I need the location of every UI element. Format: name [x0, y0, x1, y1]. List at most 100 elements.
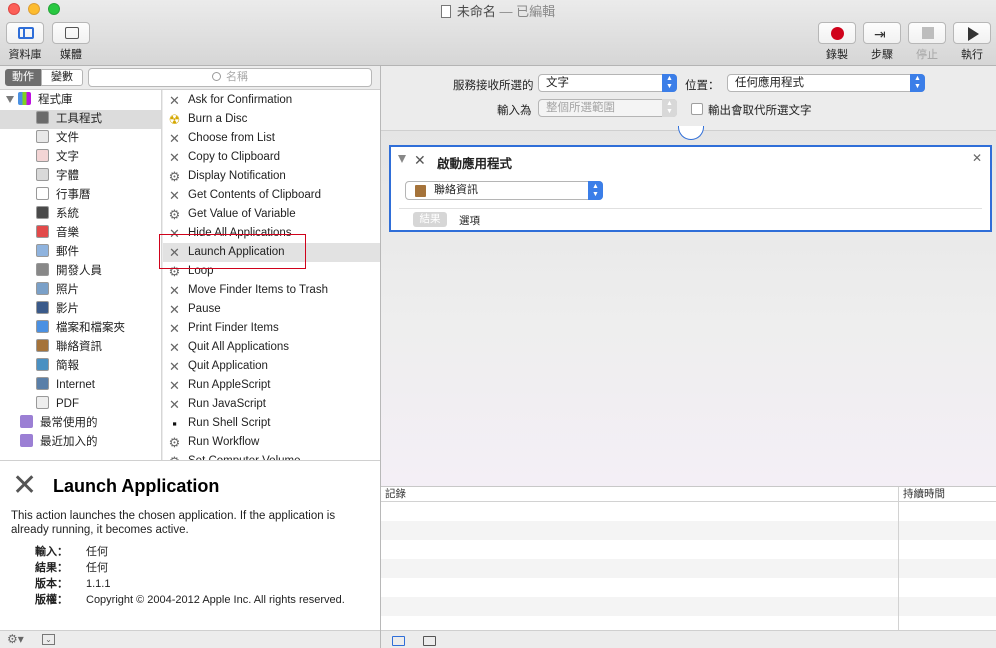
- media-button[interactable]: 媒體: [52, 22, 90, 62]
- stop-button[interactable]: 停止: [908, 22, 946, 62]
- category-item[interactable]: 系統: [36, 205, 79, 224]
- description-toggle-icon[interactable]: ⌄: [42, 634, 55, 645]
- action-item[interactable]: ⚙ Run Workflow: [163, 433, 380, 452]
- options-button[interactable]: 選項: [459, 213, 480, 228]
- action-card-title: 啟動應用程式: [437, 157, 513, 171]
- action-label: Get Contents of Clipboard: [188, 189, 321, 201]
- photos-icon: [36, 282, 49, 295]
- action-item[interactable]: ✕ Ask for Confirmation: [163, 91, 380, 110]
- smart-folder-icon: [20, 415, 33, 428]
- action-item[interactable]: ✕ Quit Application: [163, 357, 380, 376]
- category-label: 系統: [56, 208, 79, 220]
- tools-icon: ✕: [169, 397, 180, 412]
- meta-version: 版本： 1.1.1: [35, 578, 111, 590]
- disclosure-triangle-icon: [6, 96, 14, 103]
- action-item[interactable]: ✕ Launch Application: [163, 243, 380, 262]
- play-icon: [968, 27, 979, 41]
- step-icon: ⇥: [874, 26, 886, 42]
- action-label: Ask for Confirmation: [188, 94, 293, 106]
- action-item[interactable]: ⚙Set Computer Volume: [163, 452, 380, 460]
- category-item[interactable]: 郵件: [36, 243, 79, 262]
- action-item[interactable]: ✕ Pause: [163, 300, 380, 319]
- category-item[interactable]: 字體: [36, 167, 79, 186]
- category-item[interactable]: 開發人員: [36, 262, 102, 281]
- category-item[interactable]: 工具程式: [0, 110, 161, 129]
- application-select[interactable]: 任何應用程式 ▲ ▼: [727, 74, 925, 92]
- action-item[interactable]: ✕ Run AppleScript: [163, 376, 380, 395]
- category-item[interactable]: 檔案和檔案夾: [36, 319, 125, 338]
- category-label: 工具程式: [56, 113, 102, 125]
- action-label: Run Workflow: [188, 436, 260, 448]
- receives-type-select[interactable]: 文字 ▲ ▼: [538, 74, 677, 92]
- log-table: 記錄 持續時間: [381, 486, 996, 631]
- in-label: 位置：: [685, 80, 720, 92]
- tools-icon: ✕: [169, 340, 180, 355]
- application-picker[interactable]: 聯絡資訊 ▲ ▼: [405, 181, 603, 200]
- search-icon: [212, 72, 221, 81]
- text-icon: [36, 149, 49, 162]
- category-item[interactable]: PDF: [36, 395, 79, 414]
- action-item[interactable]: ✕ Move Finder Items to Trash: [163, 281, 380, 300]
- search-input[interactable]: 名稱: [88, 68, 372, 87]
- category-item[interactable]: 音樂: [36, 224, 79, 243]
- action-item[interactable]: ✕ Print Finder Items: [163, 319, 380, 338]
- category-item[interactable]: 照片: [36, 281, 79, 300]
- action-label: Get Value of Variable: [188, 208, 296, 220]
- action-label: Run JavaScript: [188, 398, 266, 410]
- input-is-select[interactable]: 整個所選範圍 ▲ ▼: [538, 99, 677, 117]
- action-item[interactable]: ⚙ Display Notification: [163, 167, 380, 186]
- presentations-icon: [36, 358, 49, 371]
- log-column-header[interactable]: 記錄: [385, 487, 406, 501]
- category-label: 文件: [56, 132, 79, 144]
- system-icon: [36, 206, 49, 219]
- tools-icon: ✕: [169, 93, 180, 108]
- category-most-used[interactable]: 最常使用的: [20, 414, 98, 433]
- collapse-triangle-icon[interactable]: [398, 155, 406, 163]
- action-item[interactable]: ⚙ Loop: [163, 262, 380, 281]
- tab-actions[interactable]: 動作: [5, 69, 41, 86]
- chevron-updown-icon: ▲ ▼: [662, 74, 677, 92]
- category-item[interactable]: 簡報: [36, 357, 79, 376]
- duration-column-header[interactable]: 持續時間: [903, 487, 945, 501]
- workflow-canvas[interactable]: ✕ 啟動應用程式 ✕ 聯絡資訊 ▲ ▼ 結果 選項: [381, 126, 996, 486]
- category-item[interactable]: 行事曆: [36, 186, 91, 205]
- action-item[interactable]: ✕ Quit All Applications: [163, 338, 380, 357]
- variables-view-icon[interactable]: [423, 636, 436, 646]
- action-item[interactable]: ✕ Choose from List: [163, 129, 380, 148]
- description-text: This action launches the chosen applicat…: [11, 510, 336, 536]
- tab-variables[interactable]: 變數: [41, 69, 83, 86]
- action-item[interactable]: ✕ Run JavaScript: [163, 395, 380, 414]
- smart-folder-icon: [20, 434, 33, 447]
- step-button[interactable]: ⇥ 步驟: [863, 22, 901, 62]
- close-icon[interactable]: ✕: [972, 151, 982, 165]
- category-recently-added[interactable]: 最近加入的: [20, 433, 98, 452]
- category-item[interactable]: Internet: [36, 376, 95, 395]
- terminal-icon: ▪: [172, 416, 177, 431]
- action-item[interactable]: ⚙ Get Value of Variable: [163, 205, 380, 224]
- results-button[interactable]: 結果: [413, 212, 447, 227]
- action-item[interactable]: ✕ Get Contents of Clipboard: [163, 186, 380, 205]
- category-library-root[interactable]: 程式庫: [6, 91, 73, 110]
- category-item[interactable]: 影片: [36, 300, 79, 319]
- action-label: Quit Application: [188, 360, 268, 372]
- run-button[interactable]: 執行: [953, 22, 991, 62]
- action-item[interactable]: ✕ Copy to Clipboard: [163, 148, 380, 167]
- action-item[interactable]: ☢ Burn a Disc: [163, 110, 380, 129]
- action-item[interactable]: ✕ Hide All Applications: [163, 224, 380, 243]
- log-header: 記錄 持續時間: [381, 487, 996, 502]
- receives-label: 服務接收所選的: [453, 80, 534, 92]
- fonts-icon: [36, 168, 49, 181]
- table-row: [381, 521, 996, 540]
- category-item[interactable]: 文件: [36, 129, 79, 148]
- record-button[interactable]: 錄製: [818, 22, 856, 62]
- pdf-icon: [36, 396, 49, 409]
- log-view-icon[interactable]: [392, 636, 405, 646]
- action-item[interactable]: ▪ Run Shell Script: [163, 414, 380, 433]
- action-card[interactable]: ✕ 啟動應用程式 ✕ 聯絡資訊 ▲ ▼ 結果 選項: [389, 145, 992, 232]
- gear-icon[interactable]: ⚙▾: [7, 632, 24, 646]
- category-item[interactable]: 聯絡資訊: [36, 338, 102, 357]
- action-label: Loop: [188, 265, 214, 277]
- category-item[interactable]: 文字: [36, 148, 79, 167]
- library-button[interactable]: 資料庫: [6, 22, 44, 62]
- replace-text-checkbox[interactable]: [691, 103, 703, 115]
